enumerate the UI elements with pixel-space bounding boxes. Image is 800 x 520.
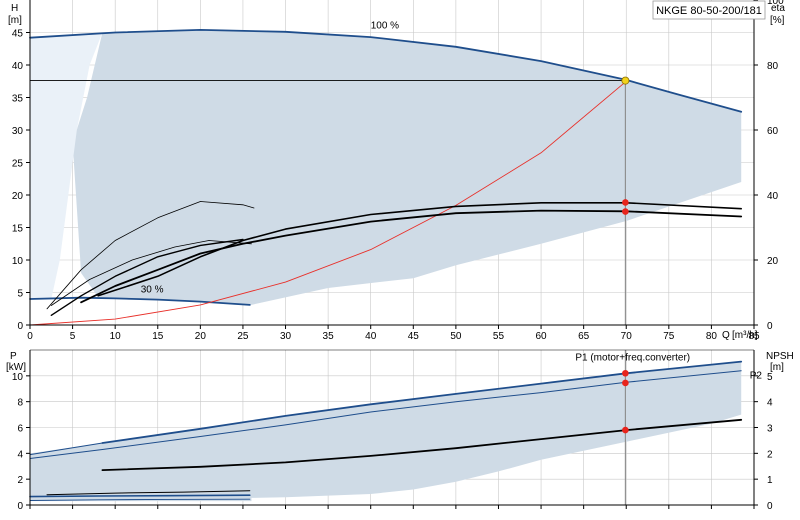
bot-y-left-tick-label: 10 xyxy=(12,372,24,383)
top-y-left-tick-label: 10 xyxy=(12,256,24,267)
bottom-areas xyxy=(30,361,742,502)
bot-operating-area-0 xyxy=(30,361,742,502)
top-x-tick-label: 30 xyxy=(280,331,292,342)
curve-label-100-percent: 100 % xyxy=(371,21,399,32)
bottom-y-right-label: NPSH xyxy=(766,351,794,362)
top-x-tick-label: 40 xyxy=(365,331,377,342)
x-axis-unit: [m³/h] xyxy=(732,330,758,341)
bot-y-right-tick-label: 0 xyxy=(767,501,773,512)
bot-y-right-tick-label: 5 xyxy=(767,372,773,383)
top-y-right-tick-label: 20 xyxy=(767,256,779,267)
top-y-left-tick-label: 40 xyxy=(12,61,24,72)
bot-y-left-tick-label: 8 xyxy=(17,398,23,409)
top-x-tick-label: 15 xyxy=(152,331,164,342)
bot-operating-point-marker xyxy=(622,379,629,387)
bot-y-right-tick-label: 3 xyxy=(767,424,773,435)
top-x-tick-label: 80 xyxy=(706,331,718,342)
top-duty-point-marker xyxy=(621,76,630,85)
bot-y-left-tick-label: 4 xyxy=(17,449,23,460)
top-y-left-tick-label: 35 xyxy=(12,94,24,105)
top-x-tick-label: 60 xyxy=(535,331,547,342)
top-y-left-tick-label: 5 xyxy=(17,289,23,300)
top-x-tick-label: 45 xyxy=(408,331,420,342)
bot-y-left-tick-label: 2 xyxy=(17,475,23,486)
series-label-p2: P2 xyxy=(750,370,763,381)
top-y-left-tick-label: 45 xyxy=(12,29,24,40)
bottom-y-left-unit: [kW] xyxy=(6,362,26,373)
bot-operating-point-marker xyxy=(622,369,629,377)
top-y-left-tick-label: 0 xyxy=(17,321,23,332)
top-operating-area-0 xyxy=(30,29,742,305)
top-y-left-unit: [m] xyxy=(8,15,22,26)
top-x-tick-label: 75 xyxy=(663,331,675,342)
bot-y-right-tick-label: 2 xyxy=(767,449,773,460)
top-x-tick-label: 70 xyxy=(621,331,633,342)
bot-y-right-tick-label: 1 xyxy=(767,475,773,486)
top-y-left-tick-label: 30 xyxy=(12,126,24,137)
top-x-tick-label: 55 xyxy=(493,331,505,342)
top-x-tick-label: 25 xyxy=(237,331,249,342)
top-areas xyxy=(30,29,742,305)
top-y-left-tick-label: 15 xyxy=(12,224,24,235)
top-x-tick-label: 0 xyxy=(27,331,33,342)
x-axis-label: Q xyxy=(722,330,730,341)
top-y-right-tick-label: 80 xyxy=(767,61,779,72)
top-x-tick-label: 35 xyxy=(323,331,335,342)
pump-curve-chart: 0510152025303540450204060801000 5 10 15 20 25… xyxy=(6,0,794,512)
bot-operating-point-marker xyxy=(622,426,629,434)
top-operating-point-marker xyxy=(622,199,629,206)
top-y-right-tick-label: 0 xyxy=(767,321,773,332)
top-y-left-tick-label: 20 xyxy=(12,191,24,202)
top-x-tick-label: 5 xyxy=(70,331,76,342)
top-y-left-label: H xyxy=(11,3,18,14)
top-operating-point-marker xyxy=(622,208,629,215)
curve-label-30-percent: 30 % xyxy=(141,285,164,296)
series-label-p1: P1 (motor+freq.converter) xyxy=(575,352,690,363)
top-x-tick-label: 50 xyxy=(450,331,462,342)
top-y-right-label: eta xyxy=(771,3,785,14)
top-y-right-unit: [%] xyxy=(770,15,785,26)
top-y-left-tick-label: 25 xyxy=(12,159,24,170)
top-y-right-tick-label: 40 xyxy=(767,191,779,202)
top-x-tick-label: 10 xyxy=(110,331,122,342)
bot-y-right-tick-label: 4 xyxy=(767,398,773,409)
top-x-tick-label: 65 xyxy=(578,331,590,342)
bottom-y-left-label: P xyxy=(10,351,17,362)
top-y-right-tick-label: 60 xyxy=(767,126,779,137)
bot-y-left-tick-label: 0 xyxy=(17,501,23,512)
bot-y-left-tick-label: 6 xyxy=(17,424,23,435)
top-x-tick-label: 20 xyxy=(195,331,207,342)
bottom-y-right-unit: [m] xyxy=(770,362,784,373)
chart-title: NKGE 80-50-200/181 xyxy=(656,5,762,17)
